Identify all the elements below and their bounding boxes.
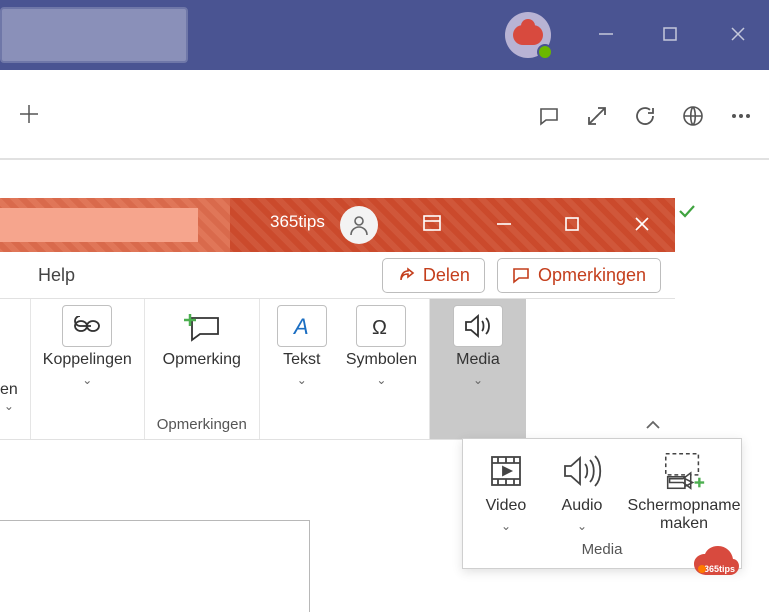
svg-text:Ω: Ω: [372, 317, 387, 339]
powerpoint-title-bar: 365tips: [0, 198, 675, 252]
chevron-down-icon: ⌄: [82, 373, 92, 387]
ribbon-partial-label: en: [0, 381, 18, 399]
teams-maximize-button[interactable]: [656, 20, 684, 48]
slide-canvas-fragment[interactable]: [0, 520, 310, 612]
presentation-title-input[interactable]: [0, 208, 198, 242]
chevron-down-icon: ⌄: [501, 519, 511, 533]
refresh-icon[interactable]: [631, 102, 659, 130]
ribbon-group-text-symbols: A Tekst ⌄ Ω Symbolen ⌄: [260, 299, 430, 439]
media-item-video[interactable]: Video ⌄: [477, 449, 535, 533]
add-tab-button[interactable]: [16, 101, 42, 127]
ribbon-label: Tekst: [283, 351, 320, 369]
365tips-badge: 365tips: [692, 545, 754, 587]
chevron-down-icon: ⌄: [577, 519, 587, 533]
ribbon-group-media: Media ⌄: [430, 299, 526, 439]
screen-recording-icon: [660, 449, 708, 493]
pp-maximize-button[interactable]: [560, 212, 584, 236]
ribbon-group-links: Koppelingen ⌄: [31, 299, 145, 439]
ribbon-group-opmerkingen: Opmerking Opmerkingen: [145, 299, 260, 439]
powerpoint-tab-row: Help Delen Opmerkingen: [0, 252, 675, 298]
media-label: Audio: [562, 497, 603, 515]
globe-icon[interactable]: [679, 102, 707, 130]
ribbon-label: Opmerking: [163, 351, 241, 369]
share-button[interactable]: Delen: [382, 258, 485, 293]
link-icon: [62, 305, 112, 347]
teams-minimize-button[interactable]: [592, 20, 620, 48]
chevron-down-icon: ⌄: [376, 373, 386, 387]
ribbon-button-opmerking[interactable]: Opmerking: [163, 305, 241, 369]
media-label: Video: [486, 497, 527, 515]
ribbon-label: Koppelingen: [43, 351, 132, 369]
pp-minimize-button[interactable]: [492, 212, 516, 236]
chat-icon[interactable]: [535, 102, 563, 130]
svg-text:365tips: 365tips: [704, 564, 735, 574]
more-icon[interactable]: [727, 102, 755, 130]
cloud-icon: [513, 25, 543, 45]
chevron-down-icon: ⌄: [297, 373, 307, 387]
teams-title-bar: [0, 0, 769, 70]
ribbon-label: Media: [456, 351, 500, 369]
ribbon-button-tekst[interactable]: A Tekst ⌄: [272, 305, 332, 387]
ribbon-button-koppelingen[interactable]: Koppelingen ⌄: [43, 305, 132, 387]
audio-icon: [558, 449, 606, 493]
svg-text:A: A: [292, 314, 309, 339]
expand-icon[interactable]: [583, 102, 611, 130]
ribbon-display-button[interactable]: [420, 212, 444, 236]
check-icon: [678, 204, 696, 218]
media-label: Schermopname maken: [628, 497, 741, 532]
media-popup-caption: Media: [477, 541, 727, 562]
omega-icon: Ω: [356, 305, 406, 347]
teams-search-input[interactable]: [0, 7, 188, 63]
chevron-down-icon: ⌄: [4, 399, 14, 413]
media-item-audio[interactable]: Audio ⌄: [553, 449, 611, 533]
powerpoint-ribbon: en ⌄ Koppelingen ⌄: [0, 298, 675, 440]
chevron-down-icon: ⌄: [473, 373, 483, 387]
teams-tab-actions-bar: [0, 70, 769, 160]
media-item-schermopname[interactable]: Schermopname maken: [629, 449, 739, 533]
share-label: Delen: [423, 265, 470, 286]
collapse-ribbon-button[interactable]: [645, 419, 661, 431]
video-icon: [482, 449, 530, 493]
account-label: 365tips: [270, 212, 325, 232]
pp-close-button[interactable]: [630, 212, 654, 236]
ribbon-group-partial: en ⌄: [0, 299, 31, 439]
comments-label: Opmerkingen: [538, 265, 646, 286]
presence-available-icon: [537, 44, 553, 60]
comment-plus-icon: [177, 305, 227, 347]
comments-button[interactable]: Opmerkingen: [497, 258, 661, 293]
teams-profile-avatar[interactable]: [505, 12, 551, 58]
ribbon-label: Symbolen: [346, 351, 417, 369]
powerpoint-window: 365tips Help Delen Opmerkingen: [0, 198, 675, 440]
tab-help[interactable]: Help: [38, 265, 75, 286]
ribbon-group-caption: Opmerkingen: [157, 416, 247, 437]
teams-tab-tools: [535, 102, 755, 130]
ribbon-button-symbolen[interactable]: Ω Symbolen ⌄: [346, 305, 417, 387]
text-icon: A: [277, 305, 327, 347]
teams-close-button[interactable]: [724, 20, 752, 48]
speaker-icon: [453, 305, 503, 347]
account-avatar[interactable]: [340, 206, 378, 244]
ribbon-button-media[interactable]: Media ⌄: [448, 305, 508, 387]
